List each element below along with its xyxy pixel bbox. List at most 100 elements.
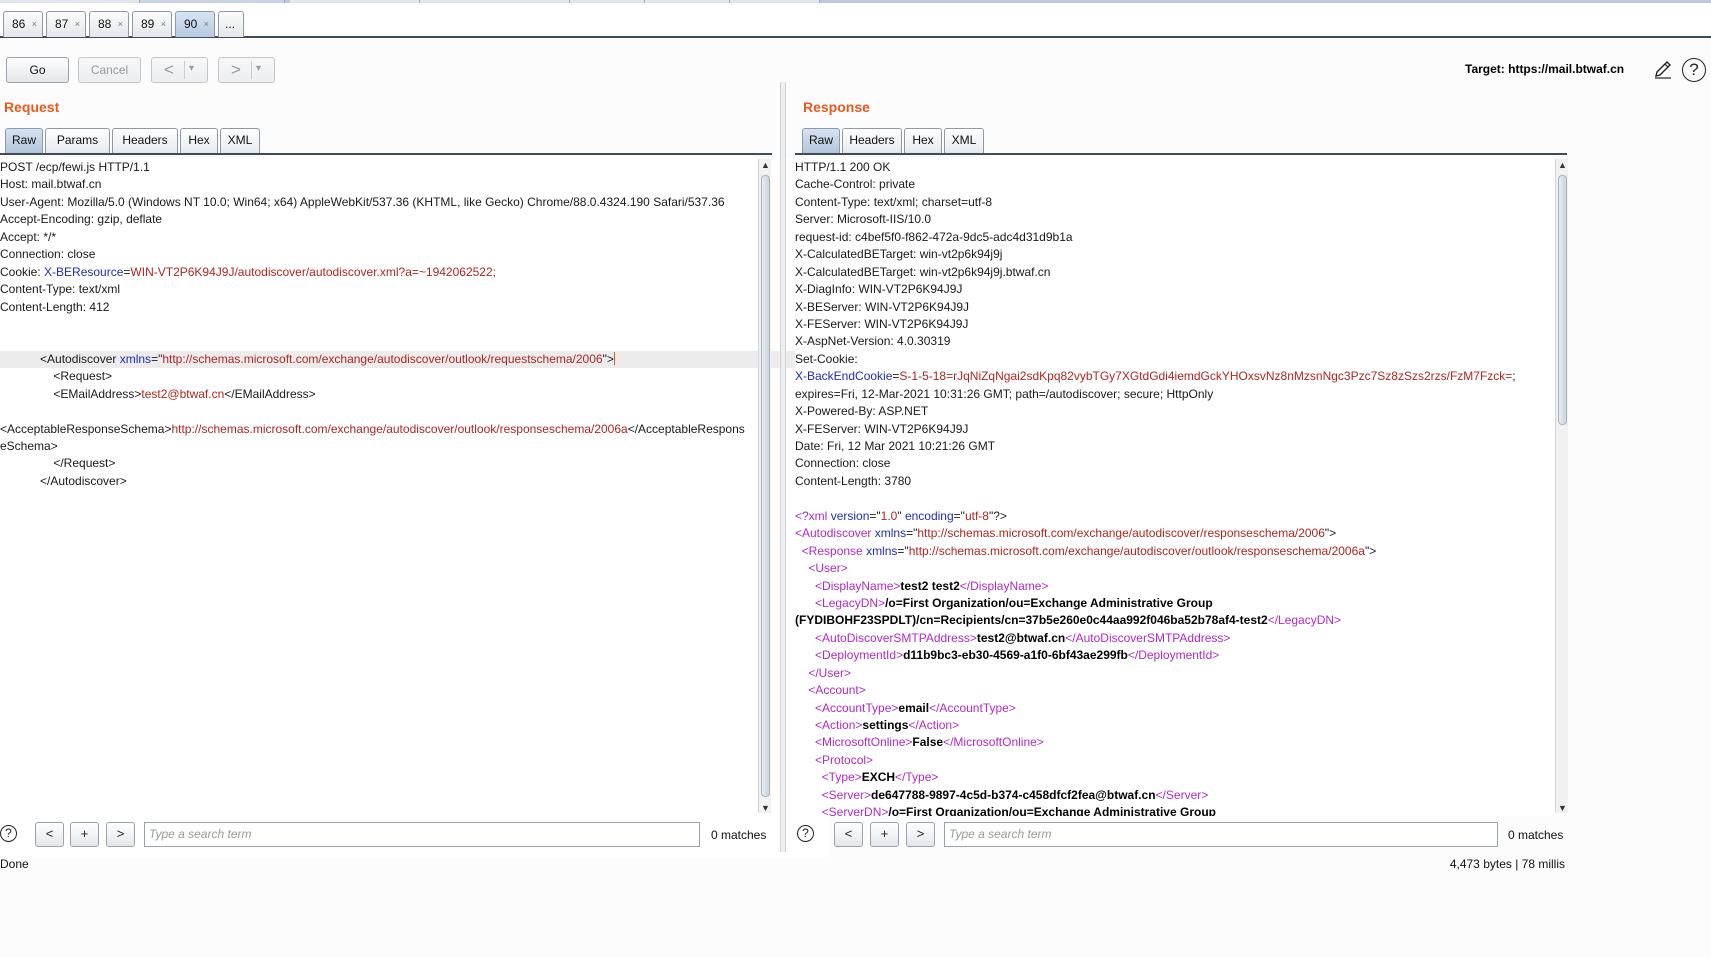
code-line: Accept-Encoding: gzip, deflate (0, 212, 163, 227)
code-line: <Response xmlns="http://schemas.microsof… (801, 543, 1377, 558)
code-line: X-FEServer: WIN-VT2P6K94J9J (795, 316, 969, 331)
close-icon[interactable]: × (161, 19, 166, 29)
close-icon[interactable]: × (204, 19, 209, 29)
scrollbar-thumb[interactable] (1558, 175, 1567, 425)
tab-87[interactable]: 87 × (46, 11, 86, 37)
arrow-down-icon[interactable]: ▼ (1558, 803, 1567, 813)
help-icon[interactable]: ? (1682, 58, 1706, 82)
code-line: X-Powered-By: ASP.NET (795, 404, 929, 419)
tab-label: 90 (184, 17, 198, 31)
split-pane-divider[interactable] (780, 82, 786, 852)
tab-hex[interactable]: Hex (180, 128, 218, 153)
code-line: <Server>de647788-9897-4c5d-b374-c458dfcf… (821, 787, 1209, 802)
arrow-down-icon[interactable]: ▼ (761, 803, 770, 813)
tab-hex[interactable]: Hex (904, 128, 942, 153)
response-editor[interactable]: HTTP/1.1 200 OK Cache-Control: private C… (795, 159, 1555, 816)
request-editor[interactable]: POST /ecp/fewi.js HTTP/1.1 Host: mail.bt… (0, 159, 830, 859)
code-line: X-FEServer: WIN-VT2P6K94J9J (795, 421, 969, 436)
scrollbar-thumb[interactable] (761, 175, 770, 797)
close-icon[interactable]: × (32, 19, 37, 29)
go-button[interactable]: Go (6, 57, 69, 83)
code-line: <AcceptableResponseSchema>http://schemas… (0, 421, 745, 436)
response-size: 4,473 bytes | 78 millis (1449, 857, 1565, 871)
tab-88[interactable]: 88 × (89, 11, 129, 37)
code-line: <LegacyDN>/o=First Organization/ou=Excha… (815, 595, 1213, 610)
code-line: HTTP/1.1 200 OK (795, 160, 891, 174)
tab-label: 86 (12, 17, 26, 31)
code-line: Cache-Control: private (795, 177, 916, 192)
arrow-up-icon[interactable]: ▲ (1558, 160, 1567, 170)
code-line: <Type>EXCH</Type> (821, 770, 939, 785)
code-line: Content-Length: 412 (0, 299, 110, 314)
code-line: </User> (808, 665, 852, 680)
arrow-up-icon[interactable]: ▲ (761, 160, 770, 170)
code-line: User-Agent: Mozilla/5.0 (Windows NT 10.0… (0, 194, 725, 209)
code-line: <AccountType>email</AccountType> (815, 700, 1016, 715)
cancel-button[interactable]: Cancel (78, 57, 141, 83)
tab-90[interactable]: 90 × (175, 11, 215, 37)
close-icon[interactable]: × (118, 19, 123, 29)
back-button[interactable]: < ▾ (151, 57, 208, 83)
tab-label: 89 (141, 17, 155, 31)
code-line: <Account> (808, 683, 866, 698)
status-bar: Done 4,473 bytes | 78 millis (0, 855, 1711, 875)
tab-more[interactable]: ... (218, 11, 244, 37)
tab-xml[interactable]: XML (220, 128, 260, 153)
code-line: <?xml version="1.0" encoding="utf-8"?> (795, 508, 1007, 523)
tab-headers[interactable]: Headers (112, 128, 178, 153)
search-add-button[interactable]: + (70, 822, 99, 847)
code-line: Server: Microsoft-IIS/10.0 (795, 212, 932, 227)
status-text: Done (0, 857, 29, 871)
code-line: <DeploymentId>d11b9bc3-eb30-4569-a1f0-6b… (815, 648, 1220, 663)
tab-params[interactable]: Params (45, 128, 110, 153)
code-line: Content-Type: text/xml; charset=utf-8 (795, 194, 993, 209)
request-match-count: 0 matches (711, 828, 767, 842)
tab-89[interactable]: 89 × (132, 11, 172, 37)
tab-86[interactable]: 86 × (3, 11, 43, 37)
forward-button[interactable]: > ▾ (218, 57, 275, 83)
response-match-count: 0 matches (1508, 828, 1564, 842)
search-next-button[interactable]: > (906, 822, 935, 847)
code-line: <Protocol> (815, 752, 874, 767)
help-icon[interactable]: ? (797, 825, 814, 842)
code-line: X-AspNet-Version: 4.0.30319 (795, 334, 951, 349)
response-scrollbar[interactable]: ▲ ▼ (1555, 159, 1568, 813)
search-next-button[interactable]: > (106, 822, 135, 847)
code-line: Content-Length: 3780 (795, 473, 912, 488)
code-line: (FYDIBOHF23SPDLT)/cn=Recipients/cn=37b5e… (795, 613, 1342, 628)
tab-label: 87 (55, 17, 69, 31)
chevron-down-icon[interactable]: ▾ (256, 63, 261, 74)
tab-label: ... (225, 17, 236, 31)
tab-xml[interactable]: XML (944, 128, 984, 153)
help-icon[interactable]: ? (0, 825, 17, 842)
response-title: Response (803, 99, 870, 115)
close-icon[interactable]: × (75, 19, 80, 29)
request-scrollbar[interactable]: ▲ ▼ (758, 159, 771, 813)
bottom-blank (0, 877, 1711, 957)
code-line: <Action>settings</Action> (815, 718, 960, 732)
code-line: eSchema> (0, 439, 58, 453)
request-search-input[interactable]: Type a search term (144, 822, 700, 847)
code-line: Cookie: X-BEResource=WIN-VT2P6K94J9J/aut… (0, 264, 496, 279)
pencil-icon[interactable] (1652, 58, 1674, 80)
response-search-input[interactable]: Type a search term (944, 822, 1498, 847)
tab-headers[interactable]: Headers (842, 128, 902, 153)
code-line: POST /ecp/fewi.js HTTP/1.1 (0, 160, 150, 174)
chevron-down-icon[interactable]: ▾ (189, 63, 194, 74)
tab-raw[interactable]: Raw (802, 128, 840, 153)
code-line: X-BackEndCookie=S-1-5-18=rJqNiZqNgai2sdK… (795, 369, 1516, 384)
code-line: request-id: c4bef5f0-f862-472a-9dc5-adc4… (795, 229, 1073, 244)
code-line: Accept: */* (0, 229, 57, 244)
chevron-right-icon: > (231, 60, 241, 79)
search-prev-button[interactable]: < (834, 822, 863, 847)
code-line: Date: Fri, 12 Mar 2021 10:21:26 GMT (795, 439, 996, 453)
tab-raw[interactable]: Raw (5, 128, 43, 153)
code-line: <DisplayName>test2 test2</DisplayName> (815, 578, 1049, 593)
response-tab-underline (795, 153, 1567, 155)
search-prev-button[interactable]: < (35, 822, 64, 847)
target-label: Target: https://mail.btwaf.cn (1465, 62, 1625, 76)
search-add-button[interactable]: + (870, 822, 899, 847)
